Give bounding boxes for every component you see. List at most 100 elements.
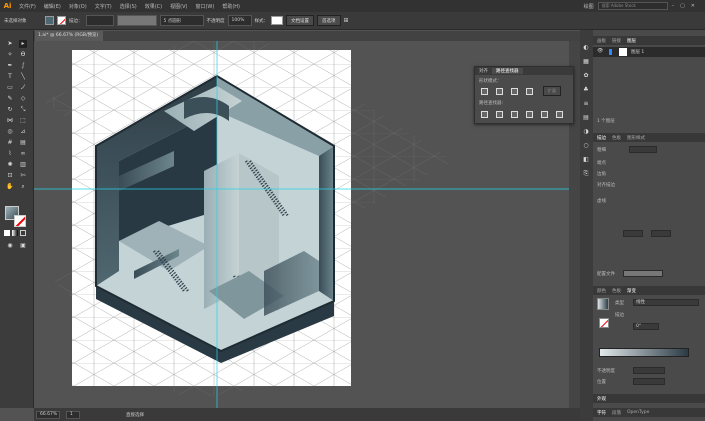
arrange-icon[interactable]: ⊞ [344,17,349,24]
tab-stroke[interactable]: 描边 [597,135,606,141]
eraser-icon[interactable]: ◇ [19,95,27,103]
artboard-number-field[interactable]: 1 [66,410,80,419]
none-mode-icon[interactable] [20,230,26,236]
tab-paragraph[interactable]: 段落 [612,410,621,416]
brushes-panel-icon[interactable]: ✿ [582,72,590,80]
intersect-icon[interactable] [511,88,518,95]
expand-button[interactable]: 扩展 [543,86,561,96]
gradient-tool-icon[interactable]: ▤ [19,139,27,147]
menu-file[interactable]: 文件(F) [15,3,40,10]
outline-icon[interactable] [541,111,548,118]
layers-panel-icon[interactable]: ◧ [582,156,590,164]
workspace-switcher[interactable]: 绘图 [580,3,598,10]
dash-input-1[interactable] [623,230,643,237]
unite-icon[interactable] [481,88,488,95]
tab-graphic-styles[interactable]: 图形样式 [627,135,645,141]
screen-mode-icon[interactable]: ▣ [19,242,27,250]
tab-color[interactable]: 颜色 [597,288,606,294]
menu-help[interactable]: 帮助(H) [218,3,244,10]
color-panel-icon[interactable]: ◐ [582,44,590,52]
tab-layers[interactable]: 图层 [627,38,636,44]
preferences-button[interactable]: 首选项 [317,15,341,26]
transparency-panel-icon[interactable]: ◑ [582,128,590,136]
crop-icon[interactable] [526,111,533,118]
artboard-tool-icon[interactable]: ⊡ [6,172,14,180]
selection-tool-icon[interactable]: ➤ [6,40,14,48]
tab-links[interactable]: 链接 [612,38,621,44]
color-mode-icon[interactable] [4,230,10,236]
line-tool-icon[interactable]: ╲ [19,73,27,81]
merge-icon[interactable] [511,111,518,118]
zoom-field[interactable]: 66.67% [36,410,60,419]
minus-back-icon[interactable] [556,111,563,118]
pencil-icon[interactable]: ✎ [6,95,14,103]
tab-character[interactable]: 字符 [597,410,606,416]
layer-name[interactable]: 图层 1 [631,49,644,55]
style-swatch[interactable] [271,16,283,25]
menu-view[interactable]: 视图(V) [166,3,191,10]
visibility-eye-icon[interactable]: 👁 [597,48,603,54]
tab-swatches[interactable]: 色板 [612,135,621,141]
menu-select[interactable]: 选择(S) [116,3,141,10]
gradient-mode-icon[interactable] [12,230,18,236]
stroke-weight-input[interactable] [629,146,657,153]
gradient-stroke-swatch[interactable] [599,318,609,328]
tab-pathfinder[interactable]: 路径查找器 [492,68,523,74]
minus-front-icon[interactable] [496,88,503,95]
draw-mode-icon[interactable]: ◉ [6,242,14,250]
artboards-panel-icon[interactable]: ⎘ [582,170,590,178]
rectangle-tool-icon[interactable]: ▭ [6,84,14,92]
paintbrush-icon[interactable]: ノ [19,84,27,92]
profile-dropdown[interactable] [623,270,663,277]
magic-wand-icon[interactable]: ✧ [6,51,14,59]
stroke-color-icon[interactable] [14,215,26,227]
mesh-tool-icon[interactable]: # [6,139,14,147]
slice-tool-icon[interactable]: ✄ [19,172,27,180]
blend-tool-icon[interactable]: ∞ [19,150,27,158]
window-controls[interactable]: –▢✕ [668,3,705,9]
divide-icon[interactable] [481,111,488,118]
document-tab[interactable]: 1.ai* @ 66.67% (RGB/预览) [35,31,103,41]
width-tool-icon[interactable]: ⋈ [6,117,14,125]
curvature-tool-icon[interactable]: ∫ [19,62,27,70]
gradient-panel-icon[interactable]: ▤ [582,114,590,122]
pen-tool-icon[interactable]: ✒ [6,62,14,70]
tab-align[interactable]: 对齐 [475,68,492,74]
stroke-panel-icon[interactable]: ≡ [582,100,590,108]
shape-builder-icon[interactable]: ◎ [6,128,14,136]
stock-search-input[interactable]: 搜索 Adobe Stock [597,2,668,10]
menu-effect[interactable]: 效果(C) [141,3,166,10]
type-tool-icon[interactable]: T [6,73,14,81]
free-transform-icon[interactable]: ⬚ [19,117,27,125]
symbol-sprayer-icon[interactable]: ✺ [6,161,14,169]
trim-icon[interactable] [496,111,503,118]
direct-selection-tool-icon[interactable]: ▸ [19,40,27,48]
gradient-type-dropdown[interactable]: 线性 [633,299,699,306]
stroke-weight-field[interactable] [85,15,114,26]
layer-row[interactable]: 👁 图层 1 [593,47,705,57]
rotate-icon[interactable]: ↻ [6,106,14,114]
tab-opentype[interactable]: OpenType [627,410,649,415]
dash-input-2[interactable] [651,230,671,237]
gradient-location-field[interactable] [633,378,665,385]
tab-gradient[interactable]: 渐变 [627,288,636,294]
opacity-field[interactable]: 100% [227,15,252,26]
gradient-opacity-field[interactable] [633,367,665,374]
symbols-panel-icon[interactable]: ♣ [582,86,590,94]
variable-width-field[interactable] [116,15,157,26]
tab-swatches-2[interactable]: 色板 [612,288,621,294]
menu-object[interactable]: 对象(O) [65,3,91,10]
current-tool-status[interactable]: 直接选择 [126,412,144,418]
swatches-panel-icon[interactable]: ▦ [582,58,590,66]
exclude-icon[interactable] [526,88,533,95]
lasso-icon[interactable]: ϴ [19,51,27,59]
eyedropper-icon[interactable]: ⌇ [6,150,14,158]
fill-swatch[interactable] [45,16,54,25]
stroke-swatch[interactable] [57,16,66,25]
menu-window[interactable]: 窗口(W) [191,3,218,10]
document-setup-button[interactable]: 文档设置 [286,15,314,26]
hand-tool-icon[interactable]: ✋ [6,183,14,191]
zoom-tool-icon[interactable]: ⌕ [19,183,27,191]
tab-appearance[interactable]: 外观 [597,396,606,402]
gradient-slider[interactable] [599,348,689,357]
